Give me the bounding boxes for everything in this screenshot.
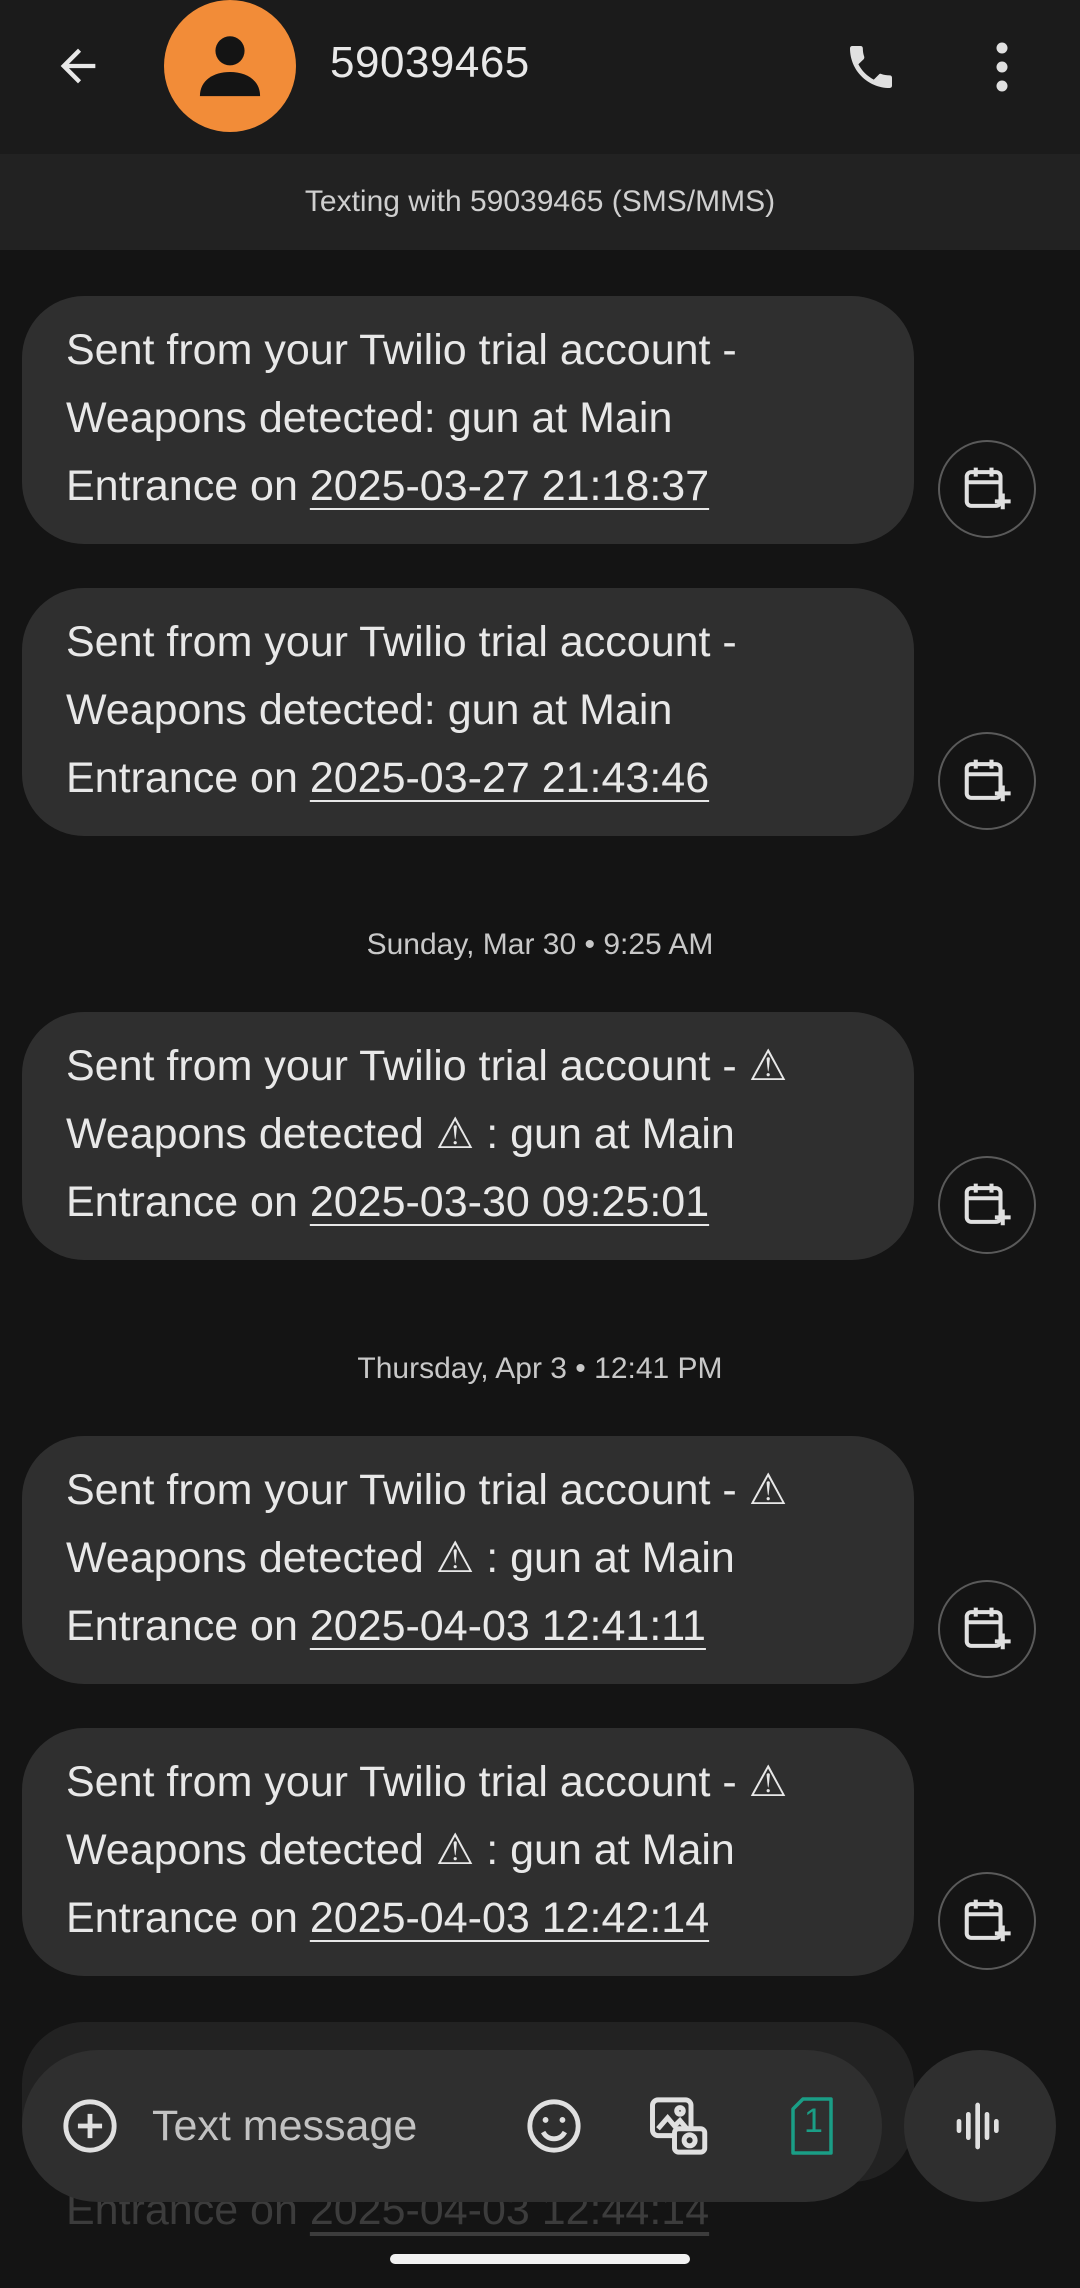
message-line: Sent from your Twilio trial account - xyxy=(66,326,737,374)
message-line: Entrance on 2025-03-27 21:18:37 xyxy=(66,462,710,510)
back-arrow-icon xyxy=(60,48,96,84)
person-icon xyxy=(199,36,261,97)
message-line: Sent from your Twilio trial account - xyxy=(66,618,737,666)
add-to-calendar-button[interactable] xyxy=(938,1156,1036,1254)
add-to-calendar-button[interactable] xyxy=(938,732,1036,830)
home-indicator[interactable] xyxy=(390,2254,690,2264)
phone-icon xyxy=(850,46,892,88)
more-options-button[interactable] xyxy=(972,34,1032,100)
conversation-header: 59039465 xyxy=(0,0,1080,154)
message-bubble[interactable]: Sent from your Twilio trial account - We… xyxy=(22,296,914,544)
voice-message-button[interactable] xyxy=(904,2050,1056,2202)
message-line: Weapons detected ⚠ : gun at Main xyxy=(66,1826,735,1874)
message-composer: 1 xyxy=(22,2050,882,2202)
message-line: Weapons detected ⚠ : gun at Main xyxy=(66,1534,735,1582)
timestamp-link[interactable]: 2025-03-27 21:18:37 xyxy=(310,462,709,510)
date-divider: Sunday, Mar 30 • 9:25 AM xyxy=(366,928,714,961)
date-divider: Thursday, Apr 3 • 12:41 PM xyxy=(357,1352,723,1385)
timestamp-link[interactable]: 2025-04-03 12:41:11 xyxy=(310,1602,706,1650)
more-vert-icon xyxy=(996,42,1008,92)
message-line: Sent from your Twilio trial account - ⚠ xyxy=(66,1758,788,1806)
calendar-add-icon xyxy=(964,1607,1011,1650)
message-line: Sent from your Twilio trial account - ⚠ xyxy=(66,1466,788,1514)
timestamp-link[interactable]: 2025-03-27 21:43:46 xyxy=(310,754,709,802)
message-line: Entrance on 2025-03-30 09:25:01 xyxy=(66,1178,710,1226)
messages-app: 59039465 Texting with 59039465 (SMS/MMS)… xyxy=(0,0,1080,2288)
emoji-button[interactable] xyxy=(520,2092,588,2160)
add-attachment-button[interactable] xyxy=(58,2094,122,2158)
calendar-add-icon xyxy=(964,759,1011,802)
message-bubble[interactable]: Sent from your Twilio trial account - We… xyxy=(22,588,914,836)
message-line: Entrance on 2025-03-27 21:43:46 xyxy=(66,754,710,802)
sim-selector-button[interactable]: 1 xyxy=(782,2088,842,2164)
message-input[interactable] xyxy=(152,2090,482,2162)
timestamp-link[interactable]: 2025-04-03 12:42:14 xyxy=(310,1894,709,1942)
emoji-icon xyxy=(527,2099,581,2153)
add-to-calendar-button[interactable] xyxy=(938,1872,1036,1970)
message-line: Weapons detected: gun at Main xyxy=(66,394,673,442)
timestamp-link[interactable]: 2025-03-30 09:25:01 xyxy=(310,1178,709,1226)
message-bubble[interactable]: Sent from your Twilio trial account - ⚠ … xyxy=(22,1436,914,1684)
call-button[interactable] xyxy=(838,34,904,100)
calendar-add-icon xyxy=(964,1183,1011,1226)
message-line: Entrance on 2025-04-03 12:42:14 xyxy=(66,1894,710,1942)
message-bubble[interactable]: Sent from your Twilio trial account - ⚠ … xyxy=(22,1012,914,1260)
conversation-subtitle: Texting with 59039465 (SMS/MMS) xyxy=(0,154,1080,250)
message-line: Sent from your Twilio trial account - ⚠ xyxy=(66,1042,788,1090)
add-circle-icon xyxy=(63,2099,117,2153)
gallery-button[interactable] xyxy=(642,2088,718,2164)
contact-name: 59039465 xyxy=(330,38,530,87)
avatar[interactable] xyxy=(164,0,296,132)
sim-number: 1 xyxy=(804,2102,823,2140)
back-button[interactable] xyxy=(48,36,108,96)
add-to-calendar-button[interactable] xyxy=(938,1580,1036,1678)
voice-waveform-icon xyxy=(956,2102,999,2150)
add-to-calendar-button[interactable] xyxy=(938,440,1036,538)
calendar-add-icon xyxy=(964,1899,1011,1942)
gallery-icon xyxy=(650,2097,708,2155)
calendar-add-icon xyxy=(964,467,1011,510)
message-line: Weapons detected ⚠ : gun at Main xyxy=(66,1110,735,1158)
message-line: Weapons detected: gun at Main xyxy=(66,686,673,734)
message-bubble[interactable]: Sent from your Twilio trial account - ⚠ … xyxy=(22,1728,914,1976)
message-line: Entrance on 2025-04-03 12:41:11 xyxy=(66,1602,706,1650)
